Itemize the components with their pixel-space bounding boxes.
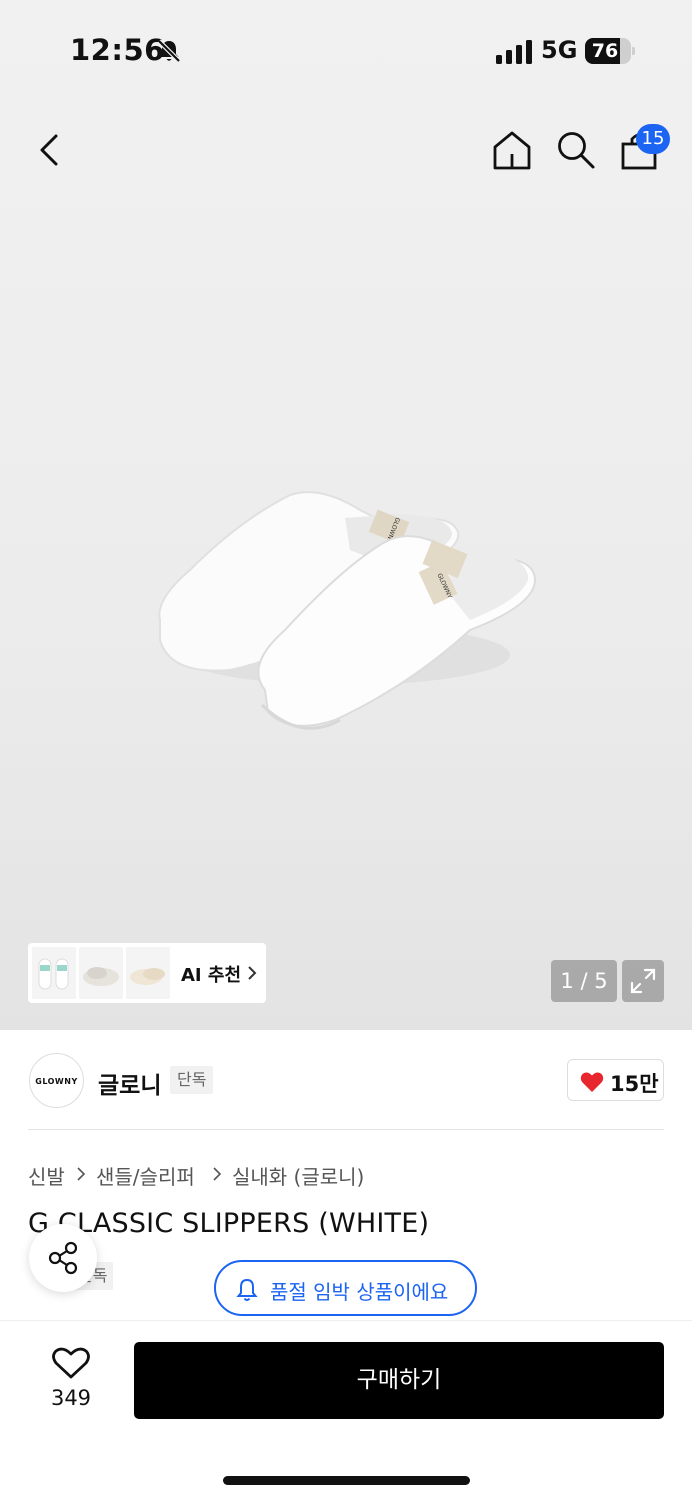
share-icon bbox=[48, 1241, 78, 1275]
search-button[interactable] bbox=[554, 128, 598, 172]
product-gallery[interactable]: 12:56 5G 76 15 GLOWNY GLOWNY AI 추천 1 / 5 bbox=[0, 0, 692, 1030]
brand-like-count: 15만 bbox=[610, 1072, 659, 1096]
image-page-counter: 1 / 5 bbox=[551, 960, 617, 1002]
divider bbox=[28, 1129, 664, 1130]
brand-name[interactable]: 글로니 bbox=[98, 1066, 161, 1100]
wishlist-button[interactable]: 349 bbox=[40, 1346, 102, 1416]
home-indicator[interactable] bbox=[223, 1476, 470, 1485]
expand-button[interactable] bbox=[622, 960, 664, 1002]
heart-icon bbox=[580, 1072, 604, 1092]
status-bar: 12:56 5G 76 bbox=[0, 0, 692, 100]
soldout-soon-notice[interactable]: 품절 임박 상품이에요 bbox=[214, 1260, 477, 1316]
breadcrumb-item[interactable]: 실내화 (글로니) bbox=[232, 1161, 364, 1190]
share-button[interactable] bbox=[29, 1224, 97, 1292]
slide-sandal-thumbnail bbox=[38, 958, 69, 990]
buy-button[interactable]: 구매하기 bbox=[134, 1342, 664, 1419]
signal-icon bbox=[496, 40, 532, 64]
wishlist-count: 349 bbox=[50, 1386, 92, 1410]
chevron-right-icon bbox=[213, 1167, 222, 1181]
breadcrumb-item[interactable]: 신발 bbox=[28, 1161, 65, 1190]
home-button[interactable] bbox=[490, 128, 534, 172]
thumbnail-2[interactable] bbox=[79, 947, 123, 999]
ai-recommend-strip[interactable]: AI 추천 bbox=[28, 943, 266, 1003]
expand-icon bbox=[630, 968, 656, 994]
network-label: 5G bbox=[541, 36, 578, 64]
product-image[interactable]: GLOWNY GLOWNY bbox=[150, 480, 550, 750]
brand-like-button[interactable]: 15만 bbox=[567, 1059, 664, 1101]
search-icon bbox=[558, 132, 595, 169]
back-button[interactable] bbox=[30, 128, 70, 172]
heart-outline-icon bbox=[52, 1347, 90, 1379]
back-icon bbox=[40, 134, 58, 166]
brand-exclusive-tag: 단독 bbox=[170, 1066, 214, 1094]
slipper-thumbnail bbox=[130, 968, 165, 985]
battery-indicator: 76 bbox=[585, 38, 631, 64]
thumbnail-3[interactable] bbox=[126, 947, 170, 999]
bell-muted-icon bbox=[157, 39, 181, 63]
ai-recommend-label: AI 추천 bbox=[181, 965, 242, 986]
battery-level: 76 bbox=[591, 40, 619, 62]
soldout-soon-text: 품절 임박 상품이에요 bbox=[270, 1280, 449, 1304]
chevron-right-icon bbox=[77, 1167, 86, 1181]
bell-icon bbox=[236, 1278, 258, 1301]
breadcrumb-item[interactable]: 샌들/슬리퍼 bbox=[96, 1161, 195, 1190]
clog-thumbnail bbox=[83, 967, 119, 986]
brand-logo[interactable]: GLOWNY bbox=[29, 1053, 84, 1108]
cart-badge: 15 bbox=[636, 124, 670, 154]
status-time: 12:56 bbox=[70, 33, 165, 67]
chevron-right-icon bbox=[248, 966, 257, 980]
battery-tip bbox=[632, 47, 635, 55]
thumbnail-1[interactable] bbox=[32, 947, 76, 999]
